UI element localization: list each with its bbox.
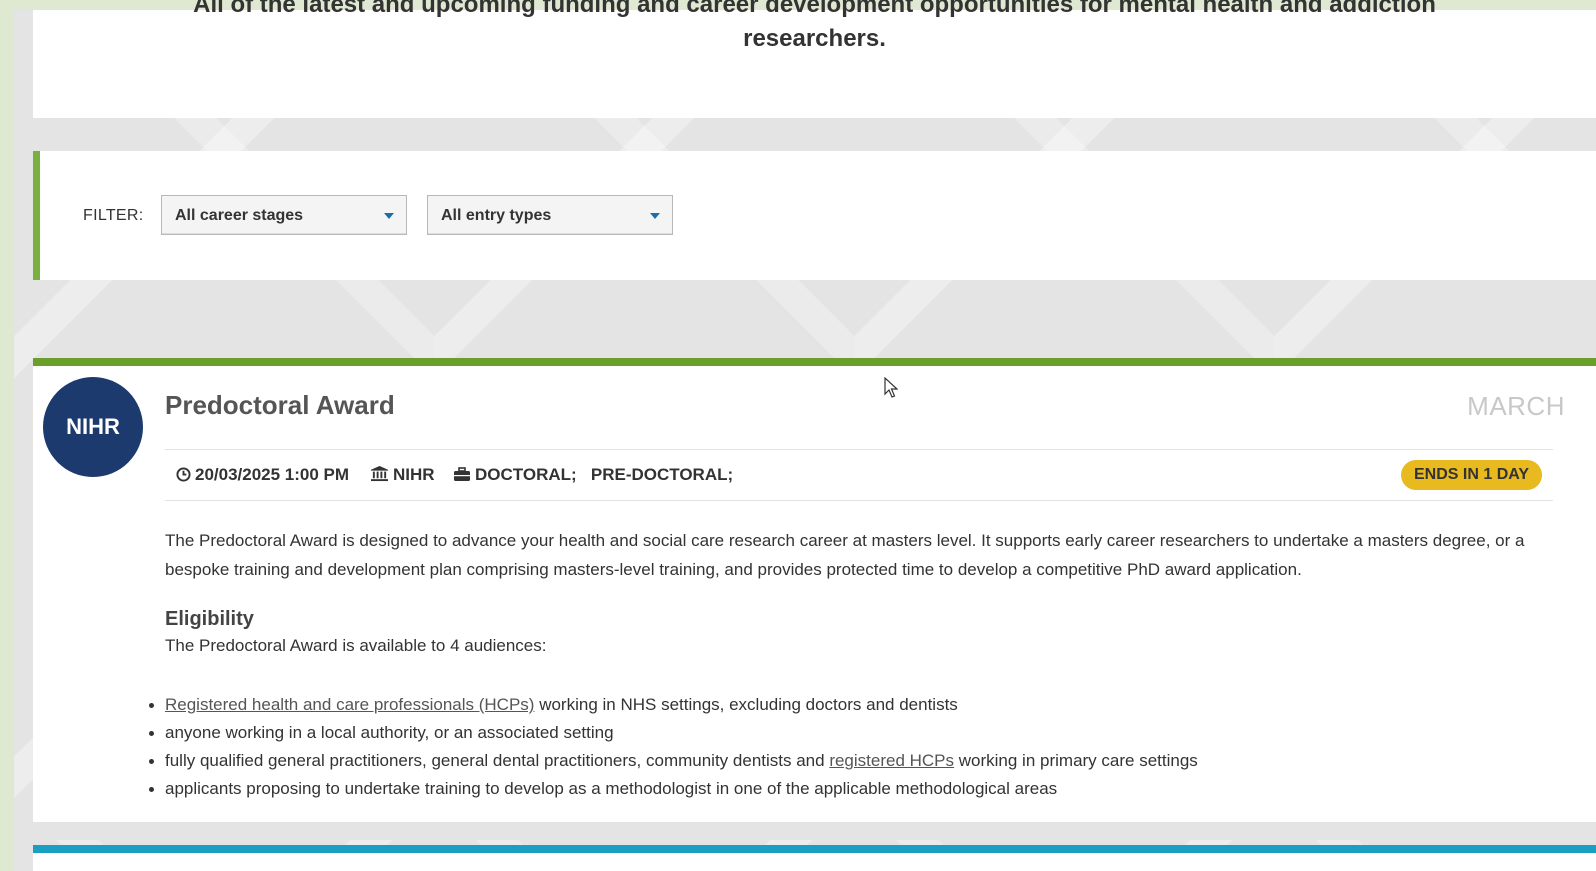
funder-meta: NIHR	[370, 465, 435, 485]
list-item: fully qualified general practitioners, g…	[149, 747, 1198, 775]
deadline-date: 20/03/2025 1:00 PM	[195, 465, 350, 484]
list-item: anyone working in a local authority, or …	[149, 719, 1198, 747]
list-item-text: fully qualified general practitioners, g…	[165, 751, 830, 770]
list-item: Registered health and care professionals…	[149, 691, 1198, 719]
logo-text: NIHR	[66, 414, 120, 439]
filter-label: FILTER:	[83, 207, 144, 224]
career-stage-select[interactable]: All career stages	[161, 195, 407, 235]
career-stage-value: All career stages	[175, 207, 304, 224]
audience-list: Registered health and care professionals…	[149, 691, 1198, 803]
registered-hcps-link[interactable]: registered HCPs	[829, 751, 954, 770]
entry-type-select[interactable]: All entry types	[427, 195, 673, 235]
opportunity-card: NIHR Predoctoral Award MARCH 20/03/2025 …	[33, 358, 1596, 822]
entry-type-value: All entry types	[441, 207, 552, 224]
clock-icon	[176, 467, 191, 482]
briefcase-icon	[454, 467, 470, 481]
stage-predoctoral: PRE-DOCTORAL;	[590, 465, 734, 484]
intro-banner: All of the latest and upcoming funding a…	[33, 0, 1596, 118]
stage-doctoral: DOCTORAL;	[475, 465, 577, 484]
deadline-meta: 20/03/2025 1:00 PM	[176, 465, 349, 485]
filter-bar: FILTER: All career stages All entry type…	[33, 151, 1596, 280]
meta-row: 20/03/2025 1:00 PM NIHR DOCTORAL; PRE-DO…	[165, 449, 1553, 501]
mouse-cursor-icon	[884, 377, 898, 398]
chevron-down-icon	[384, 213, 394, 219]
next-opportunity-card	[33, 845, 1596, 871]
stage-meta: DOCTORAL; PRE-DOCTORAL;	[453, 465, 733, 485]
funder-name: NIHR	[393, 465, 435, 484]
opportunity-description: The Predoctoral Award is designed to adv…	[165, 531, 1525, 579]
hcp-link[interactable]: Registered health and care professionals…	[165, 695, 534, 714]
chevron-down-icon	[650, 213, 660, 219]
month-label: MARCH	[1467, 391, 1565, 421]
list-item-text: working in primary care settings	[954, 751, 1198, 770]
nihr-logo: NIHR	[43, 377, 143, 477]
list-item: applicants proposing to undertake traini…	[149, 775, 1198, 803]
bank-icon	[371, 465, 388, 482]
deadline-badge: ENDS IN 1 DAY	[1401, 460, 1542, 490]
opportunity-title[interactable]: Predoctoral Award	[165, 390, 395, 421]
eligibility-heading: Eligibility	[165, 608, 254, 630]
page: All of the latest and upcoming funding a…	[14, 0, 1596, 871]
intro-text: All of the latest and upcoming funding a…	[193, 0, 1436, 52]
eligibility-intro: The Predoctoral Award is available to 4 …	[165, 636, 547, 655]
list-item-text: working in NHS settings, excluding docto…	[534, 695, 958, 714]
